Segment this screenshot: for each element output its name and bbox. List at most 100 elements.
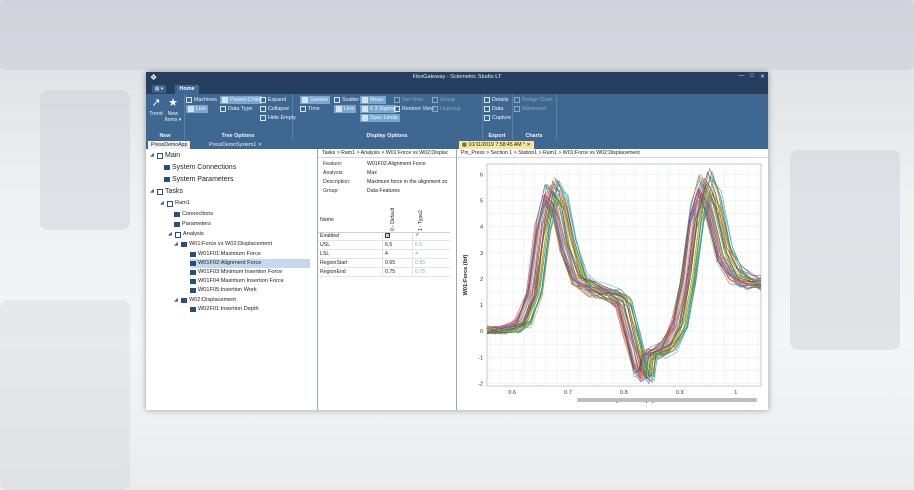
scatter-icon (334, 97, 340, 103)
collapse-arrow-icon[interactable]: ◢ (150, 187, 155, 196)
close-tab-icon[interactable]: ✕ (527, 142, 531, 148)
horizontal-scrollbar[interactable] (577, 398, 757, 402)
trend-button[interactable]: ↗ Trend (147, 97, 165, 117)
mean-button[interactable]: Mean (360, 96, 386, 104)
collapse-button[interactable]: Collapse (260, 105, 289, 113)
column-type2-header[interactable]: 1 - Type2 (418, 207, 430, 231)
file-menu-button[interactable]: ▤ ▾ (152, 85, 166, 93)
maximize-icon[interactable]: □ (750, 73, 754, 80)
range-chart-icon (514, 97, 520, 103)
sigma-icon (362, 106, 368, 112)
connections-icon (164, 165, 170, 170)
restore-view-button[interactable]: Restore View (394, 105, 434, 113)
restore-view-icon (394, 106, 400, 112)
chart-breadcrumb: Pin_Press > Section 1 > Station1 > Ram1 … (457, 149, 768, 158)
lsl-default-input[interactable]: 4 (382, 250, 412, 258)
new-items-button[interactable]: ★ New Items ▾ (164, 97, 182, 123)
collapse-arrow-icon[interactable]: ◢ (150, 151, 155, 160)
parent-child-button[interactable]: Parent-Child (220, 96, 262, 104)
collapse-arrow-icon[interactable]: ◢ (168, 230, 173, 239)
tab-home[interactable]: Home (175, 85, 199, 94)
scatter-button[interactable]: Scatter (334, 96, 359, 104)
advanced-button[interactable]: Advanced (514, 105, 546, 113)
tab-chart-session[interactable]: ▦ 10/11/2019 7:58:45 AM * ✕ (459, 141, 534, 149)
range-chart-button[interactable]: Range Chart (514, 96, 553, 104)
tree-item-w01f04[interactable]: W01F04:Maximum Insertion Force (190, 277, 284, 286)
group-label-new: New (159, 133, 171, 139)
close-icon[interactable]: ✕ (760, 73, 765, 80)
details-button[interactable]: Details (484, 96, 508, 104)
tree-item-w01f01[interactable]: W01F01:Maximum Force (190, 250, 261, 259)
capture-button[interactable]: Capture (484, 114, 511, 122)
set-view-icon (394, 97, 400, 103)
tree-item-analysis[interactable]: ◢ Analysis (168, 230, 204, 239)
tree-item-ram1[interactable]: ◢ Ram1 (160, 199, 190, 208)
tree-item-parameters[interactable]: Parameters (174, 220, 211, 229)
y-tick-label: 6 (480, 172, 483, 178)
collapse-icon (260, 106, 266, 112)
scrollbar-thumb[interactable] (577, 398, 757, 402)
line-display-button[interactable]: Line (334, 105, 357, 113)
line-icon (336, 106, 342, 112)
enabled-default-checkbox[interactable]: ✓ (385, 233, 390, 239)
tree-item-connections[interactable]: Connections (174, 210, 213, 219)
machines-icon (186, 97, 192, 103)
close-tab-icon[interactable]: ✕ (258, 142, 262, 148)
grid-row-region-end: RegionEnd 0.75 0.75 (318, 268, 450, 277)
waveform-icon (181, 298, 187, 303)
tree-item-main[interactable]: ◢ Main (150, 151, 180, 160)
analysis-row: Analysis: Max (323, 170, 377, 176)
collapse-arrow-icon[interactable]: ◢ (174, 240, 179, 249)
tree-item-w02[interactable]: ◢ W02:Displacement (174, 296, 236, 305)
time-button[interactable]: Time (300, 105, 320, 113)
ram-icon (167, 200, 173, 207)
region-end-default-input[interactable]: 0.75 (382, 268, 412, 276)
name-column-header: Name (320, 217, 334, 223)
spec-limits-button[interactable]: Spec Limits (360, 114, 400, 122)
sample-button[interactable]: Sample (300, 96, 331, 104)
expand-button[interactable]: Expand (260, 96, 286, 104)
region-start-type2-input[interactable]: 0.65 (412, 259, 442, 267)
group-button[interactable]: Group (432, 96, 455, 104)
lsl-type2-input[interactable]: 4 (412, 250, 442, 258)
collapse-arrow-icon[interactable]: ◢ (174, 296, 179, 305)
set-view-button[interactable]: Set View (394, 96, 423, 104)
tree-item-w01f03[interactable]: W01F03:Minimum Insertion Force (190, 268, 282, 277)
x-tick-label: 0.6 (508, 390, 516, 396)
enabled-type2-checkbox[interactable]: ✓ (415, 233, 420, 238)
tab-press-demo-app[interactable]: PressDemoApp (148, 141, 191, 149)
minimize-icon[interactable]: — (738, 73, 744, 80)
sample-icon (302, 97, 308, 103)
tree-item-system-parameters[interactable]: System Parameters (164, 175, 233, 184)
column-default-header[interactable]: 0 - Default (390, 207, 402, 231)
y-tick-label: 5 (480, 199, 483, 205)
line-tree-button[interactable]: Line (186, 105, 209, 113)
region-start-default-input[interactable]: 0.65 (382, 259, 412, 267)
tree-item-w01f02[interactable]: W01F02:Alignment Force (190, 259, 310, 268)
data-export-button[interactable]: Data (484, 105, 503, 113)
grid-row-enabled: Enabled ✓ ✓ (318, 232, 450, 241)
mean-icon (362, 97, 368, 103)
parent-child-icon (222, 97, 228, 103)
sigma-button[interactable]: ± 3 Sigma (360, 105, 397, 113)
usl-type2-input[interactable]: 6.5 (412, 241, 442, 249)
ribbon-tab-bar: ▤ ▾ Home (146, 84, 768, 94)
tree-item-w01f05[interactable]: W01F05:Insertion Work (190, 286, 257, 295)
ribbon: ↗ Trend ★ New Items ▾ New Machines Paren… (146, 94, 768, 140)
usl-default-input[interactable]: 6.5 (382, 241, 412, 249)
hide-empty-button[interactable]: Hide Empty (260, 114, 296, 122)
force-displacement-chart[interactable]: 0.60.70.80.91-2-10123456W02:Displacement… (457, 158, 768, 403)
tree-item-tasks[interactable]: ◢ Tasks (150, 187, 183, 196)
y-axis-label: W01:Force (lbf) (463, 255, 469, 296)
machines-button[interactable]: Machines (186, 96, 217, 104)
tree-item-w01[interactable]: ◢ W01:Force vs W02:Displacement (174, 240, 272, 249)
data-type-button[interactable]: Data Type (220, 105, 252, 113)
connections-icon (174, 212, 180, 217)
grid-header: Name 0 - Default 1 - Type2 (318, 205, 450, 233)
collapse-arrow-icon[interactable]: ◢ (160, 199, 165, 208)
ungroup-button[interactable]: Ungroup (432, 105, 461, 113)
tree-item-system-connections[interactable]: System Connections (164, 163, 236, 172)
tab-press-demo-system1[interactable]: PressDemoSystem1 ✕ (206, 141, 265, 149)
tree-item-w02f01[interactable]: W02F01:Insertion Depth (190, 305, 259, 314)
region-end-type2-input[interactable]: 0.75 (412, 268, 442, 276)
